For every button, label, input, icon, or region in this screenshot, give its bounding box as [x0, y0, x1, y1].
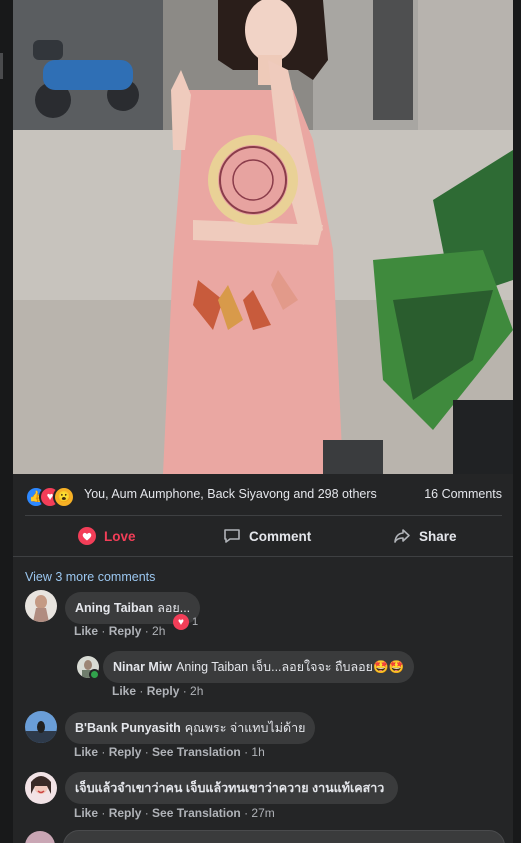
like-link[interactable]: Like — [74, 745, 98, 759]
comment-time[interactable]: 1h — [251, 745, 264, 759]
comment-bubble: เจ็บแล้วจำเขาว่าคน เจ็บแล้วทนเขาว่าควาย … — [65, 772, 399, 804]
comment-text: คุณพระ จ่าแทบไม่ด้าย — [184, 721, 306, 735]
reply-link[interactable]: Reply — [109, 806, 142, 820]
post-actions-bar: Love Comment Share — [13, 516, 513, 556]
share-icon — [394, 529, 410, 543]
comment-author[interactable]: Ninar Miw — [113, 660, 172, 674]
like-link[interactable]: Like — [112, 684, 136, 698]
comment-time[interactable]: 27m — [251, 806, 274, 820]
avatar[interactable] — [25, 590, 57, 622]
post-card: 👍 ♥ 😮 You, Aum Aumphone, Back Siyavong a… — [13, 0, 513, 843]
divider — [13, 556, 513, 557]
reply-link[interactable]: Reply — [147, 684, 180, 698]
comment-author[interactable]: Aning Taiban — [75, 601, 153, 615]
left-scroll-marker — [0, 53, 3, 79]
reactors-summary[interactable]: You, Aum Aumphone, Back Siyavong and 298… — [84, 487, 377, 501]
see-translation-link[interactable]: See Translation — [152, 745, 241, 759]
reactions-summary-row: 👍 ♥ 😮 You, Aum Aumphone, Back Siyavong a… — [13, 474, 513, 516]
write-comment-input[interactable] — [63, 830, 505, 843]
comment-text: Aning Taiban เจ็บ...ลอยใจจะ ถืบลอย🤩🤩 — [176, 660, 405, 674]
love-label: Love — [104, 528, 136, 544]
avatar[interactable] — [25, 711, 57, 743]
comment-meta: Like · Reply · 2h — [112, 684, 204, 698]
comment-icon — [224, 529, 240, 543]
comment-meta: Like · Reply · See Translation · 1h — [74, 745, 265, 759]
comment-meta: Like · Reply · 2h — [74, 624, 166, 638]
love-icon: ♥ — [173, 614, 189, 630]
share-label: Share — [419, 528, 457, 544]
current-user-avatar[interactable] — [25, 831, 55, 843]
online-status-indicator — [89, 669, 100, 680]
share-button[interactable]: Share — [393, 516, 457, 556]
comment-time[interactable]: 2h — [190, 684, 203, 698]
comments-count[interactable]: 16 Comments — [424, 487, 502, 501]
wow-icon: 😮 — [53, 486, 75, 508]
comment-text: ลอย... — [157, 601, 191, 615]
like-link[interactable]: Like — [74, 806, 98, 820]
comment-author[interactable]: B'Bank Punyasith — [75, 721, 181, 735]
love-button[interactable]: Love — [78, 516, 136, 556]
comment-bubble: Ninar Miw Aning Taiban เจ็บ...ลอยใจจะ ถืบ… — [103, 651, 415, 683]
post-photo[interactable] — [13, 0, 513, 474]
reply-link[interactable]: Reply — [109, 745, 142, 759]
love-icon — [78, 527, 96, 545]
comment-label: Comment — [249, 528, 312, 544]
comment-button[interactable]: Comment — [223, 516, 311, 556]
like-link[interactable]: Like — [74, 624, 98, 638]
reaction-count: 1 — [192, 616, 199, 628]
view-more-comments-link[interactable]: View 3 more comments — [25, 570, 155, 584]
comment-author[interactable]: เจ็บแล้วจำเขาว่าคน เจ็บแล้วทนเขาว่าควาย … — [75, 781, 384, 795]
left-gutter — [0, 0, 13, 843]
avatar[interactable] — [25, 772, 57, 804]
reply-link[interactable]: Reply — [109, 624, 142, 638]
reaction-icons[interactable]: 👍 ♥ 😮 — [25, 486, 85, 508]
comment-bubble: B'Bank Punyasith คุณพระ จ่าแทบไม่ด้าย — [65, 712, 316, 744]
comment-reaction-badge[interactable]: ♥ 1 — [173, 614, 198, 630]
comment-time[interactable]: 2h — [152, 624, 165, 638]
comment-meta: Like · Reply · See Translation · 27m — [74, 806, 275, 820]
see-translation-link[interactable]: See Translation — [152, 806, 241, 820]
right-gutter — [513, 0, 521, 843]
